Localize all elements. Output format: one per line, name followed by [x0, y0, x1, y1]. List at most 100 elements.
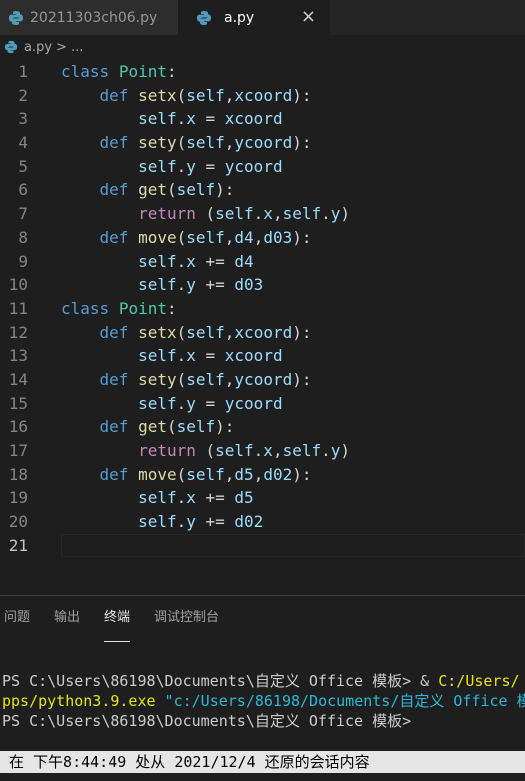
code-line[interactable]: 20 self.y += d02 [0, 510, 525, 534]
code-line[interactable]: 2 def setx(self,xcoord): [0, 84, 525, 108]
line-number: 19 [8, 488, 28, 508]
code-text: self.y += d02 [61, 510, 263, 534]
code-line[interactable]: 13 self.x = xcoord [0, 344, 525, 368]
code-line[interactable]: 18 def move(self,d5,d02): [0, 463, 525, 487]
code-token: xcoord [234, 322, 293, 342]
breadcrumb: a.py > ... [0, 36, 525, 58]
code-token: x [263, 204, 273, 224]
tab-a-py[interactable]: a.py × [178, 0, 330, 35]
tab-problems[interactable]: 问题 [4, 606, 30, 636]
terminal-exe: pps/python3.9.exe [2, 692, 156, 710]
code-token: ycoord [234, 133, 293, 153]
code-line[interactable]: 21 [0, 533, 525, 558]
code-token: self [282, 204, 322, 224]
code-token: self [215, 441, 254, 460]
tab-20211303ch06[interactable]: 20211303ch06.py [0, 0, 178, 35]
code-line[interactable]: 4 def sety(self,ycoord): [0, 131, 525, 155]
code-text: self.x += d5 [61, 486, 254, 510]
code-token: , [272, 441, 283, 460]
code-token: self [215, 204, 254, 224]
code-token: += [195, 251, 235, 271]
code-token: , [224, 227, 235, 247]
code-text: def move(self,d5,d02): [61, 463, 312, 487]
python-file-icon [9, 10, 23, 25]
code-token: = [195, 393, 225, 413]
line-number: 4 [18, 133, 28, 153]
code-text: self.y = ycoord [61, 155, 283, 179]
code-token: ( [195, 204, 216, 224]
code-token: Point [118, 62, 167, 81]
breadcrumb-symbols[interactable]: ... [71, 40, 83, 55]
tab-label: 20211303ch06.py [30, 9, 158, 26]
code-token: self [186, 85, 225, 105]
breadcrumb-file[interactable]: a.py [24, 40, 52, 55]
code-token: += [195, 512, 235, 532]
close-icon[interactable]: × [301, 6, 316, 27]
line-number: 7 [18, 204, 28, 224]
code-token: += [195, 275, 235, 295]
terminal-restore-message: 在 下午8:44:49 处从 2021/12/4 还原的会话内容 [0, 751, 525, 773]
code-token: ( [176, 85, 187, 105]
code-token: self [138, 251, 177, 271]
code-token: y [186, 393, 196, 413]
code-line[interactable]: 16 def get(self): [0, 415, 525, 439]
code-line[interactable]: 8 def move(self,d4,d03): [0, 226, 525, 250]
line-number: 14 [8, 369, 28, 389]
code-token: move [138, 464, 177, 484]
code-line[interactable]: 11 class Point: [0, 297, 525, 321]
code-token: d4 [234, 227, 254, 247]
code-token: ( [176, 369, 187, 389]
line-number: 11 [8, 298, 28, 318]
code-line[interactable]: 17 return (self.x,self.y) [0, 439, 525, 463]
code-line[interactable]: 19 self.x += d5 [0, 486, 525, 510]
code-token: = [195, 156, 225, 176]
code-token: ): [215, 417, 235, 437]
code-token: , [224, 85, 235, 105]
code-token: get [138, 417, 167, 437]
terminal-output[interactable]: PS C:\Users\86198\Documents\自定义 Office 模… [2, 671, 525, 731]
code-text: self.y = ycoord [61, 392, 283, 416]
code-line[interactable]: 3 self.x = xcoord [0, 107, 525, 131]
code-line[interactable]: 7 return (self.x,self.y) [0, 202, 525, 226]
code-line[interactable]: 5 self.y = ycoord [0, 155, 525, 179]
python-file-icon [4, 40, 18, 54]
code-token: . [176, 346, 187, 366]
code-line[interactable]: 9 self.x += d4 [0, 250, 525, 274]
code-line[interactable]: 1 class Point: [0, 60, 525, 84]
code-token: x [186, 109, 196, 129]
code-token: return [138, 204, 196, 224]
code-token: , [224, 322, 235, 342]
tab-terminal[interactable]: 终端 [104, 606, 131, 642]
code-line[interactable]: 10 self.y += d03 [0, 273, 525, 297]
tab-output[interactable]: 输出 [54, 606, 80, 636]
code-token: d5 [234, 464, 254, 484]
code-line[interactable]: 15 self.y = ycoord [0, 392, 525, 416]
code-token: self [138, 393, 177, 413]
chevron-right-icon: > [56, 39, 67, 55]
code-text: return (self.x,self.y) [61, 202, 350, 226]
code-line[interactable]: 14 def sety(self,ycoord): [0, 368, 525, 392]
code-token: ycoord [224, 156, 283, 176]
tab-debug-console[interactable]: 调试控制台 [154, 606, 219, 636]
terminal-prompt: PS C:\Users\86198\Documents\自定义 Office 模… [2, 672, 439, 690]
code-line[interactable]: 12 def setx(self,xcoord): [0, 321, 525, 345]
code-text: def sety(self,ycoord): [61, 368, 312, 392]
code-token: d02 [263, 464, 293, 484]
code-line[interactable]: 6 def get(self): [0, 178, 525, 202]
code-token: def [99, 133, 129, 153]
code-text: def sety(self,ycoord): [61, 131, 312, 155]
code-token: def [99, 417, 129, 437]
code-token: ) [340, 441, 351, 460]
code-editor[interactable]: 1 class Point: 2 def setx(self,xcoord): 3 s… [0, 60, 525, 558]
code-token: x [186, 251, 196, 271]
code-token: , [253, 227, 264, 247]
